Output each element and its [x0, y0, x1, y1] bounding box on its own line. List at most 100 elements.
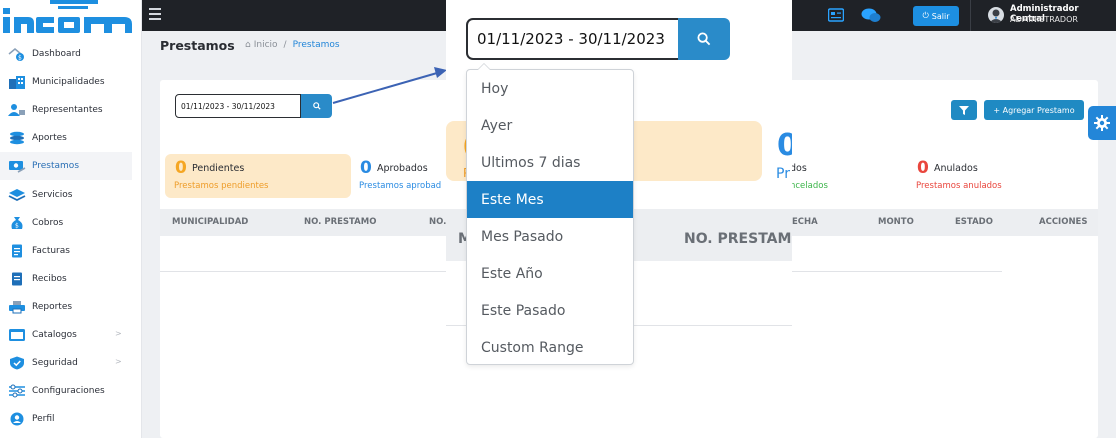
chevron-right-icon: >	[115, 357, 122, 367]
cash-hand-icon	[7, 158, 26, 174]
sidebar-item-label: Cobros	[32, 217, 64, 228]
stat-subtitle: Prestamos anulados	[916, 181, 1002, 191]
sidebar-item-label: Representantes	[32, 105, 103, 116]
sidebar-item-reportes[interactable]: Reportes	[0, 293, 142, 321]
column-header-municipalidad[interactable]: MUNICIPALIDAD	[172, 217, 248, 227]
sidebar-item-label: Catalogos	[32, 329, 77, 340]
sidebar-item-aportes[interactable]: Aportes	[0, 124, 142, 152]
option-mes-pasado[interactable]: Mes Pasado	[467, 218, 633, 255]
sidebar-item-label: Municipalidades	[32, 77, 105, 88]
sidebar-item-servicios[interactable]: Servicios	[0, 180, 142, 208]
date-range-dropdown: Hoy Ayer Ultimos 7 dias Este Mes Mes Pas…	[466, 63, 634, 366]
user-circle-icon	[7, 411, 26, 427]
column-header-estado[interactable]: ESTADO	[955, 217, 993, 227]
receipt-icon	[7, 271, 26, 287]
stat-subtitle: Prestamos aprobad	[359, 181, 442, 191]
option-ultimos-7-dias[interactable]: Ultimos 7 dias	[467, 144, 633, 181]
option-custom-range[interactable]: Custom Range	[467, 329, 633, 366]
settings-sliders-icon	[7, 383, 26, 399]
sidebar-item-label: Aportes	[32, 133, 67, 144]
column-header-acciones[interactable]: ACCIONES	[1039, 217, 1088, 227]
column-header-no-prestamo[interactable]: NO. PRESTAMO	[304, 217, 376, 227]
sidebar-item-recibos[interactable]: Recibos	[0, 265, 142, 293]
dashboard-icon: $	[7, 46, 26, 62]
shield-icon	[7, 355, 26, 371]
zoom-stat-count-right: 0	[777, 128, 792, 163]
stat-label: Pendientes	[192, 163, 245, 174]
column-header-no[interactable]: NO.	[429, 217, 446, 227]
zoom-stat-subtitle-right: Pr	[776, 166, 790, 182]
option-este-pasado[interactable]: Este Pasado	[467, 292, 633, 329]
zoom-column-header-no-prestamo: NO. PRESTAMO	[684, 231, 792, 247]
option-ayer[interactable]: Ayer	[467, 107, 633, 144]
column-header-monto[interactable]: MONTO	[878, 217, 914, 227]
layers-icon	[7, 187, 26, 203]
sidebar-item-municipalidades[interactable]: Municipalidades	[0, 68, 142, 96]
logout-button[interactable]: ⏻ Salir	[913, 6, 959, 26]
date-range-options: Hoy Ayer Ultimos 7 dias Este Mes Mes Pas…	[467, 70, 633, 366]
sidebar: $ Dashboard Municipalidades Representant…	[0, 0, 142, 438]
stat-card-aprobados[interactable]: 0 Aprobados Prestamos aprobad	[350, 154, 450, 198]
search-icon	[697, 32, 711, 46]
breadcrumb-current: Prestamos	[292, 40, 340, 50]
stat-card-pendientes[interactable]: 0 Pendientes Prestamos pendientes	[165, 154, 351, 198]
sidebar-item-cobros[interactable]: $ Cobros	[0, 209, 142, 237]
sidebar-item-facturas[interactable]: Facturas	[0, 237, 142, 265]
stat-label: Aprobados	[377, 163, 428, 174]
stat-subtitle: Prestamos pendientes	[174, 181, 269, 191]
add-prestamo-button[interactable]: + Agregar Prestamo	[984, 100, 1084, 120]
date-range-input[interactable]: 01/11/2023 - 30/11/2023	[175, 94, 301, 118]
coins-icon	[7, 130, 26, 146]
id-card-icon[interactable]	[828, 8, 844, 22]
topbar-divider	[970, 0, 971, 31]
stat-count: 0	[360, 158, 372, 178]
stat-card-anulados[interactable]: 0 Anulados Prestamos anulados	[907, 154, 1067, 198]
search-icon	[312, 102, 321, 110]
sidebar-item-label: Recibos	[32, 273, 67, 284]
building-icon	[7, 74, 26, 90]
sidebar-item-dashboard[interactable]: $ Dashboard	[0, 40, 142, 68]
sidebar-item-representantes[interactable]: Representantes	[0, 96, 142, 124]
incom-logo[interactable]	[0, 0, 142, 36]
filter-icon	[959, 105, 969, 115]
sidebar-item-label: Perfil	[32, 414, 55, 425]
search-button[interactable]	[301, 94, 332, 118]
date-range-input-zoomed[interactable]: 01/11/2023 - 30/11/2023	[466, 18, 678, 60]
sidebar-item-label: Reportes	[32, 301, 73, 312]
sidebar-item-prestamos[interactable]: Prestamos	[0, 152, 132, 181]
option-este-ano[interactable]: Este Año	[467, 255, 633, 292]
invoice-icon	[7, 243, 26, 259]
column-header-fecha[interactable]: ECHA	[792, 217, 818, 227]
stat-card-cancelados[interactable]: dos ncelados	[790, 154, 900, 198]
sidebar-item-perfil[interactable]: Perfil	[0, 405, 142, 433]
settings-button[interactable]	[1088, 106, 1116, 140]
option-hoy[interactable]: Hoy	[467, 70, 633, 107]
sidebar-item-seguridad[interactable]: Seguridad >	[0, 349, 142, 377]
sidebar-item-catalogos[interactable]: Catalogos >	[0, 321, 142, 349]
breadcrumb: ⌂ Inicio / Prestamos	[245, 40, 340, 50]
users-icon	[7, 102, 26, 118]
stat-subtitle: ncelados	[790, 181, 828, 191]
folder-icon	[7, 327, 26, 343]
chat-icon[interactable]	[861, 8, 881, 23]
user-avatar[interactable]	[988, 7, 1004, 23]
chevron-right-icon: >	[115, 328, 122, 338]
money-bag-icon: $	[7, 215, 26, 231]
sidebar-item-label: Dashboard	[32, 49, 81, 60]
option-este-mes[interactable]: Este Mes	[467, 181, 633, 218]
stat-label: dos	[790, 163, 807, 174]
sidebar-nav: $ Dashboard Municipalidades Representant…	[0, 40, 142, 433]
filter-button[interactable]	[951, 100, 977, 120]
sidebar-item-label: Configuraciones	[32, 386, 105, 397]
sidebar-item-label: Servicios	[32, 189, 73, 200]
sidebar-item-label: Seguridad	[32, 358, 78, 369]
search-button-zoomed[interactable]	[678, 18, 730, 60]
hamburger-menu-icon[interactable]	[149, 8, 161, 22]
breadcrumb-home-link[interactable]: Inicio	[254, 40, 278, 50]
sidebar-item-configuraciones[interactable]: Configuraciones	[0, 377, 142, 405]
breadcrumb-separator: /	[283, 40, 287, 50]
svg-text:$: $	[18, 55, 22, 62]
page-title: Prestamos	[160, 38, 235, 53]
svg-text:$: $	[15, 222, 19, 229]
stat-count: 0	[175, 158, 187, 178]
